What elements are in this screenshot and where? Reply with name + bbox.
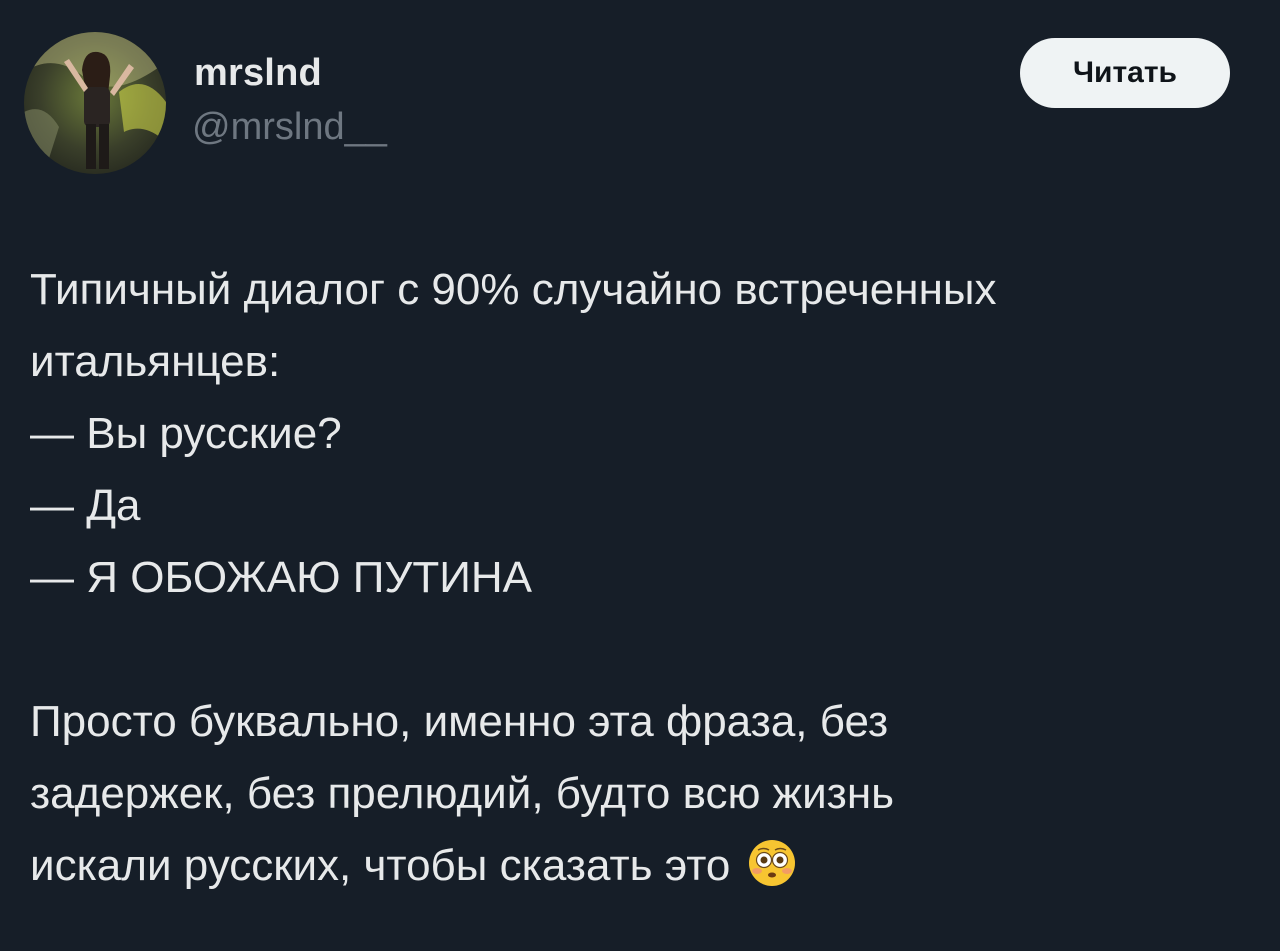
avatar-photo <box>24 32 166 174</box>
tweet-line: — Я ОБОЖАЮ ПУТИНА <box>30 553 532 602</box>
follow-button[interactable]: Читать <box>1020 38 1230 108</box>
tweet-last-line: искали русских, чтобы сказать это <box>30 830 1260 902</box>
author-display-name[interactable]: mrslnd <box>194 52 322 95</box>
tweet-line: Типичный диалог с 90% случайно встреченн… <box>30 265 997 314</box>
tweet-text: Типичный диалог с 90% случайно встреченн… <box>30 254 1260 902</box>
tweet-line: Просто буквально, именно эта фраза, без <box>30 697 889 746</box>
tweet-line: — Да <box>30 481 141 530</box>
tweet-line: задержек, без прелюдий, будто всю жизнь <box>30 769 895 818</box>
tweet-line-text: искали русских, чтобы сказать это <box>30 841 731 890</box>
tweet-card: mrslnd @mrslnd__ Читать Типичный диалог … <box>0 0 1280 951</box>
author-handle[interactable]: @mrslnd__ <box>192 106 387 149</box>
tweet-line: итальянцев: <box>30 337 281 386</box>
flushed-face-emoji-icon <box>748 840 795 886</box>
tweet-line: — Вы русские? <box>30 409 342 458</box>
avatar[interactable] <box>24 32 166 174</box>
